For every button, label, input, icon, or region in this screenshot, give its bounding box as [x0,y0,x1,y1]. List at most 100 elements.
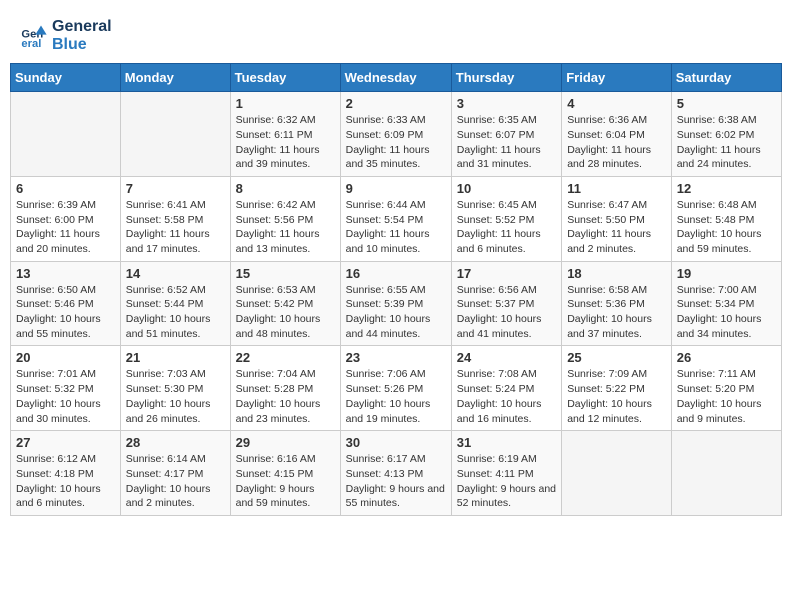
calendar-cell: 24Sunrise: 7:08 AM Sunset: 5:24 PM Dayli… [451,346,561,431]
calendar-cell: 20 Sunrise: 7:01 AM Sunset: 5:32 PM Dayli… [11,346,121,431]
calendar-cell: 9 Sunrise: 6:44 AM Sunset: 5:54 PM Daylig… [340,176,451,261]
calendar-cell: 3Sunrise: 6:35 AM Sunset: 6:07 PM Daylig… [451,92,561,177]
cell-content: Sunrise: 6:55 AM Sunset: 5:39 PM Dayligh… [346,283,446,342]
calendar-cell [11,92,121,177]
day-number: 22 [236,350,335,365]
calendar-cell: 30 Sunrise: 6:17 AM Sunset: 4:13 PM Dayli… [340,431,451,516]
cell-content: Sunrise: 6:14 AM Sunset: 4:17 PM Dayligh… [126,452,225,511]
day-number: 17 [457,266,556,281]
day-of-week-header: Tuesday [230,64,340,92]
calendar-cell: 21 Sunrise: 7:03 AM Sunset: 5:30 PM Dayli… [120,346,230,431]
day-number: 8 [236,181,335,196]
cell-content: Sunrise: 6:35 AM Sunset: 6:07 PM Dayligh… [457,113,556,172]
day-number: 14 [126,266,225,281]
calendar-cell: 31 Sunrise: 6:19 AM Sunset: 4:11 PM Dayli… [451,431,561,516]
calendar-cell [671,431,781,516]
calendar-cell: 25 Sunrise: 7:09 AM Sunset: 5:22 PM Dayli… [562,346,672,431]
cell-content: Sunrise: 7:09 AM Sunset: 5:22 PM Dayligh… [567,367,666,426]
day-number: 19 [677,266,776,281]
logo-icon: Gen eral [20,22,48,50]
calendar-cell: 18 Sunrise: 6:58 AM Sunset: 5:36 PM Dayli… [562,261,672,346]
calendar-cell: 7 Sunrise: 6:41 AM Sunset: 5:58 PM Daylig… [120,176,230,261]
calendar-cell: 27 Sunrise: 6:12 AM Sunset: 4:18 PM Dayli… [11,431,121,516]
day-number: 30 [346,435,446,450]
day-number: 23 [346,350,446,365]
calendar-week-row: 1Sunrise: 6:32 AM Sunset: 6:11 PM Daylig… [11,92,782,177]
cell-content: Sunrise: 6:17 AM Sunset: 4:13 PM Dayligh… [346,452,446,511]
calendar-cell: 23 Sunrise: 7:06 AM Sunset: 5:26 PM Dayli… [340,346,451,431]
calendar-week-row: 20 Sunrise: 7:01 AM Sunset: 5:32 PM Dayli… [11,346,782,431]
calendar-cell: 2 Sunrise: 6:33 AM Sunset: 6:09 PM Daylig… [340,92,451,177]
calendar-cell: 16 Sunrise: 6:55 AM Sunset: 5:39 PM Dayli… [340,261,451,346]
calendar-cell: 22 Sunrise: 7:04 AM Sunset: 5:28 PM Dayli… [230,346,340,431]
day-number: 6 [16,181,115,196]
day-number: 18 [567,266,666,281]
calendar-header-row: SundayMondayTuesdayWednesdayThursdayFrid… [11,64,782,92]
day-number: 11 [567,181,666,196]
day-number: 12 [677,181,776,196]
calendar-cell: 15 Sunrise: 6:53 AM Sunset: 5:42 PM Dayli… [230,261,340,346]
svg-text:eral: eral [21,38,41,50]
day-of-week-header: Sunday [11,64,121,92]
cell-content: Sunrise: 6:53 AM Sunset: 5:42 PM Dayligh… [236,283,335,342]
calendar-cell: 5Sunrise: 6:38 AM Sunset: 6:02 PM Daylig… [671,92,781,177]
day-number: 15 [236,266,335,281]
cell-content: Sunrise: 7:01 AM Sunset: 5:32 PM Dayligh… [16,367,115,426]
day-number: 2 [346,96,446,111]
cell-content: Sunrise: 7:03 AM Sunset: 5:30 PM Dayligh… [126,367,225,426]
day-number: 26 [677,350,776,365]
day-of-week-header: Thursday [451,64,561,92]
day-of-week-header: Wednesday [340,64,451,92]
day-number: 20 [16,350,115,365]
cell-content: Sunrise: 6:44 AM Sunset: 5:54 PM Dayligh… [346,198,446,257]
day-number: 13 [16,266,115,281]
calendar-cell [120,92,230,177]
day-number: 21 [126,350,225,365]
cell-content: Sunrise: 7:06 AM Sunset: 5:26 PM Dayligh… [346,367,446,426]
cell-content: Sunrise: 6:33 AM Sunset: 6:09 PM Dayligh… [346,113,446,172]
calendar-week-row: 27 Sunrise: 6:12 AM Sunset: 4:18 PM Dayli… [11,431,782,516]
calendar-cell: 13Sunrise: 6:50 AM Sunset: 5:46 PM Dayli… [11,261,121,346]
cell-content: Sunrise: 6:48 AM Sunset: 5:48 PM Dayligh… [677,198,776,257]
day-number: 31 [457,435,556,450]
logo: Gen eral General Blue [20,18,112,53]
calendar-table: SundayMondayTuesdayWednesdayThursdayFrid… [10,63,782,516]
cell-content: Sunrise: 6:12 AM Sunset: 4:18 PM Dayligh… [16,452,115,511]
cell-content: Sunrise: 6:45 AM Sunset: 5:52 PM Dayligh… [457,198,556,257]
day-of-week-header: Friday [562,64,672,92]
cell-content: Sunrise: 6:58 AM Sunset: 5:36 PM Dayligh… [567,283,666,342]
calendar-cell: 11 Sunrise: 6:47 AM Sunset: 5:50 PM Dayli… [562,176,672,261]
day-number: 25 [567,350,666,365]
day-number: 27 [16,435,115,450]
cell-content: Sunrise: 7:04 AM Sunset: 5:28 PM Dayligh… [236,367,335,426]
calendar-cell [562,431,672,516]
logo-text-line1: General [52,18,112,36]
cell-content: Sunrise: 7:11 AM Sunset: 5:20 PM Dayligh… [677,367,776,426]
calendar-cell: 14Sunrise: 6:52 AM Sunset: 5:44 PM Dayli… [120,261,230,346]
day-of-week-header: Monday [120,64,230,92]
day-number: 28 [126,435,225,450]
cell-content: Sunrise: 6:39 AM Sunset: 6:00 PM Dayligh… [16,198,115,257]
cell-content: Sunrise: 6:36 AM Sunset: 6:04 PM Dayligh… [567,113,666,172]
calendar-cell: 6 Sunrise: 6:39 AM Sunset: 6:00 PM Daylig… [11,176,121,261]
cell-content: Sunrise: 6:32 AM Sunset: 6:11 PM Dayligh… [236,113,335,172]
day-number: 7 [126,181,225,196]
calendar-week-row: 6 Sunrise: 6:39 AM Sunset: 6:00 PM Daylig… [11,176,782,261]
calendar-cell: 4Sunrise: 6:36 AM Sunset: 6:04 PM Daylig… [562,92,672,177]
day-number: 9 [346,181,446,196]
day-number: 29 [236,435,335,450]
calendar-cell: 10Sunrise: 6:45 AM Sunset: 5:52 PM Dayli… [451,176,561,261]
day-number: 16 [346,266,446,281]
page-header: Gen eral General Blue [10,10,782,57]
cell-content: Sunrise: 6:56 AM Sunset: 5:37 PM Dayligh… [457,283,556,342]
calendar-cell: 26 Sunrise: 7:11 AM Sunset: 5:20 PM Dayli… [671,346,781,431]
cell-content: Sunrise: 6:47 AM Sunset: 5:50 PM Dayligh… [567,198,666,257]
cell-content: Sunrise: 6:19 AM Sunset: 4:11 PM Dayligh… [457,452,556,511]
calendar-cell: 19 Sunrise: 7:00 AM Sunset: 5:34 PM Dayli… [671,261,781,346]
calendar-cell: 1Sunrise: 6:32 AM Sunset: 6:11 PM Daylig… [230,92,340,177]
day-number: 5 [677,96,776,111]
cell-content: Sunrise: 7:00 AM Sunset: 5:34 PM Dayligh… [677,283,776,342]
calendar-cell: 17 Sunrise: 6:56 AM Sunset: 5:37 PM Dayli… [451,261,561,346]
calendar-cell: 12 Sunrise: 6:48 AM Sunset: 5:48 PM Dayli… [671,176,781,261]
cell-content: Sunrise: 6:41 AM Sunset: 5:58 PM Dayligh… [126,198,225,257]
